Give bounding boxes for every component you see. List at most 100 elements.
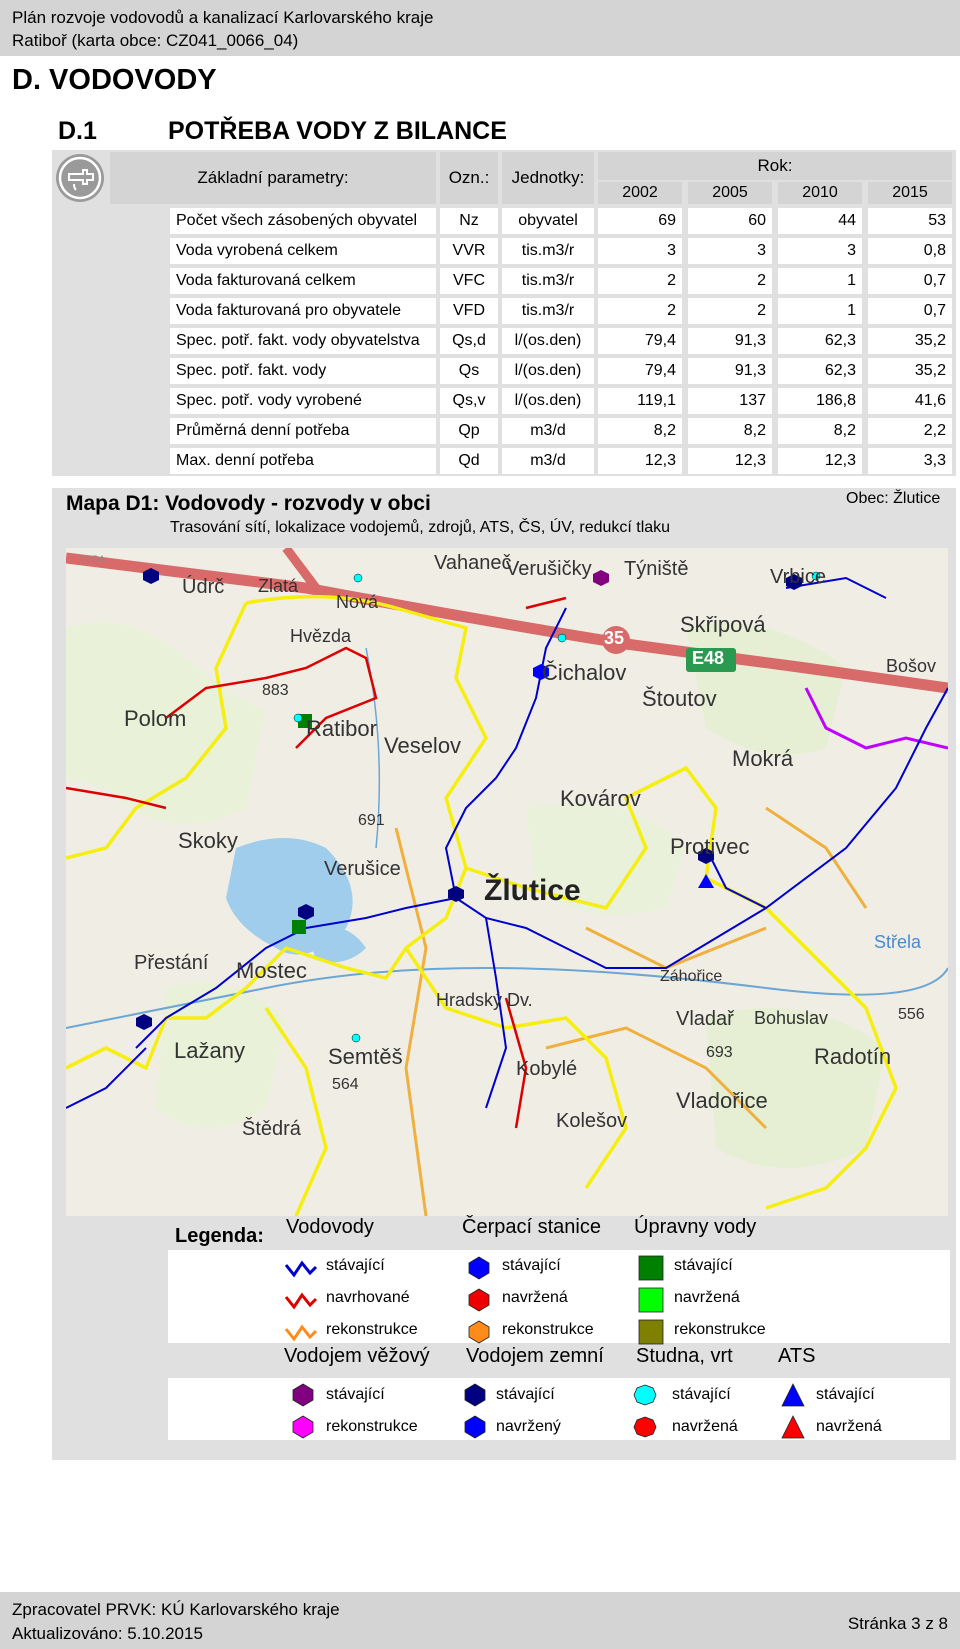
legend-item-label: navržený bbox=[496, 1418, 561, 1435]
year-header: 2002 bbox=[598, 182, 682, 204]
row-value: 8,2 bbox=[778, 418, 862, 444]
legend-item-label: stávající bbox=[816, 1386, 875, 1403]
subsection-number: D.1 bbox=[58, 117, 97, 145]
row-symbol: Qd bbox=[440, 448, 498, 474]
row-value: 2 bbox=[598, 268, 682, 294]
legend-group-title: Vodojem zemní bbox=[466, 1345, 604, 1367]
map-label-h564: 564 bbox=[332, 1076, 359, 1093]
ground-reservoir-icon bbox=[464, 1415, 486, 1439]
row-value: 91,3 bbox=[688, 328, 772, 354]
legend-group-title: Vodovody bbox=[286, 1216, 374, 1238]
row-symbol: Qs,v bbox=[440, 388, 498, 414]
row-value: 8,2 bbox=[688, 418, 772, 444]
legend-item-label: navržená bbox=[816, 1418, 882, 1435]
row-value: 79,4 bbox=[598, 358, 682, 384]
map-label-skoky: Skoky bbox=[178, 828, 238, 853]
row-value: 79,4 bbox=[598, 328, 682, 354]
row-unit: obyvatel bbox=[502, 208, 594, 234]
pump-station-icon bbox=[468, 1320, 490, 1344]
row-parameter-name: Průměrná denní potřeba bbox=[170, 418, 436, 444]
subsection-title: POTŘEBA VODY Z BILANCE bbox=[168, 117, 507, 145]
map-label-verusicky: Verušičky bbox=[506, 558, 592, 580]
row-parameter-name: Spec. potř. fakt. vody bbox=[170, 358, 436, 384]
row-value: 3,3 bbox=[868, 448, 952, 474]
map-label-h691: 691 bbox=[358, 812, 385, 829]
row-unit: tis.m3/r bbox=[502, 268, 594, 294]
legend-item-label: stávající bbox=[326, 1386, 385, 1403]
row-unit: tis.m3/r bbox=[502, 298, 594, 324]
legend-item-label: stávající bbox=[326, 1257, 385, 1274]
map-label-vladorice: Vladořice bbox=[676, 1088, 768, 1113]
row-value: 2 bbox=[688, 268, 772, 294]
legend-group-title: Studna, vrt bbox=[636, 1345, 733, 1367]
row-value: 41,6 bbox=[868, 388, 952, 414]
map-label-zlutice: Žlutice bbox=[484, 874, 581, 907]
footer-updated: Aktualizováno: 5.10.2015 bbox=[12, 1624, 203, 1643]
map-label-bosov: Bošov bbox=[886, 656, 937, 676]
row-value: 3 bbox=[688, 238, 772, 264]
map-label-r35: 35 bbox=[604, 628, 625, 648]
map-label-skripova: Skřipová bbox=[680, 612, 766, 637]
header-units: Jednotky: bbox=[502, 152, 594, 204]
row-value: 186,8 bbox=[778, 388, 862, 414]
map-label-semtes: Semtěš bbox=[328, 1044, 403, 1069]
map-label-stoutov: Štoutov bbox=[642, 686, 717, 711]
map-label-vahanec: Vahaneč bbox=[434, 552, 512, 574]
row-value: 8,2 bbox=[598, 418, 682, 444]
map-label-chalov: Čichalov bbox=[542, 660, 627, 685]
legend-item-label: rekonstrukce bbox=[502, 1321, 594, 1338]
treatment-plant-icon bbox=[638, 1319, 664, 1345]
map-title: Mapa D1: Vodovody - rozvody v obci bbox=[66, 492, 431, 515]
map-label-hradsky: Hradský Dv. bbox=[436, 990, 533, 1010]
footer-page-number: Stránka 3 z 8 bbox=[847, 1614, 948, 1633]
map-label-h883: 883 bbox=[262, 682, 289, 699]
map-label-zahorice: Záhořice bbox=[660, 968, 723, 985]
map-label-hvezda: Hvězda bbox=[290, 626, 352, 646]
well-icon bbox=[633, 1384, 657, 1406]
row-value: 119,1 bbox=[598, 388, 682, 414]
header-ozn: Ozn.: bbox=[440, 152, 498, 204]
map-label-lazany: Lažany bbox=[174, 1038, 245, 1063]
pump-station-icon bbox=[468, 1256, 490, 1280]
water-network-map[interactable]: Žlutice Ratibor Veselov Polom Skoky Veru… bbox=[66, 548, 948, 1216]
header-params: Základní parametry: bbox=[110, 152, 436, 204]
water-tap-icon bbox=[54, 152, 106, 204]
row-value: 91,3 bbox=[688, 358, 772, 384]
map-label-kovarov: Kovárov bbox=[560, 786, 641, 811]
legend-item-label: navržená bbox=[502, 1289, 568, 1306]
header-title: Plán rozvoje vodovodů a kanalizací Karlo… bbox=[12, 8, 434, 27]
tower-reservoir-icon bbox=[292, 1415, 314, 1439]
row-unit: m3/d bbox=[502, 418, 594, 444]
legend-item-label: rekonstrukce bbox=[674, 1321, 766, 1338]
row-value: 12,3 bbox=[778, 448, 862, 474]
row-unit: l/(os.den) bbox=[502, 358, 594, 384]
map-subtitle: Trasování sítí, lokalizace vodojemů, zdr… bbox=[170, 519, 671, 536]
row-parameter-name: Počet všech zásobených obyvatel bbox=[170, 208, 436, 234]
map-label-strela: Střela bbox=[874, 932, 922, 952]
row-value: 1 bbox=[778, 268, 862, 294]
legend-title: Legenda: bbox=[175, 1225, 264, 1247]
row-value: 69 bbox=[598, 208, 682, 234]
map-label-mokra: Mokrá bbox=[732, 746, 794, 771]
row-value: 60 bbox=[688, 208, 772, 234]
row-symbol: VVR bbox=[440, 238, 498, 264]
legend-group-title: ATS bbox=[778, 1345, 816, 1367]
row-value: 62,3 bbox=[778, 358, 862, 384]
pipe-line-icon bbox=[284, 1292, 318, 1310]
row-parameter-name: Max. denní potřeba bbox=[170, 448, 436, 474]
row-value: 3 bbox=[778, 238, 862, 264]
row-symbol: VFD bbox=[440, 298, 498, 324]
map-label-polom: Polom bbox=[124, 706, 187, 731]
row-value: 53 bbox=[868, 208, 952, 234]
map-label-mostec: Mostec bbox=[236, 958, 307, 983]
row-value: 0,8 bbox=[868, 238, 952, 264]
pipe-line-icon bbox=[284, 1260, 318, 1278]
map-label-ceda: CEDA bbox=[80, 554, 106, 564]
map-label-e48: E48 bbox=[692, 648, 725, 668]
map-label-udrc: Údrč bbox=[182, 576, 225, 598]
ground-reservoir-icon bbox=[464, 1383, 486, 1407]
tower-reservoir-icon bbox=[292, 1383, 314, 1407]
row-unit: l/(os.den) bbox=[502, 388, 594, 414]
row-value: 12,3 bbox=[688, 448, 772, 474]
row-value: 0,7 bbox=[868, 268, 952, 294]
